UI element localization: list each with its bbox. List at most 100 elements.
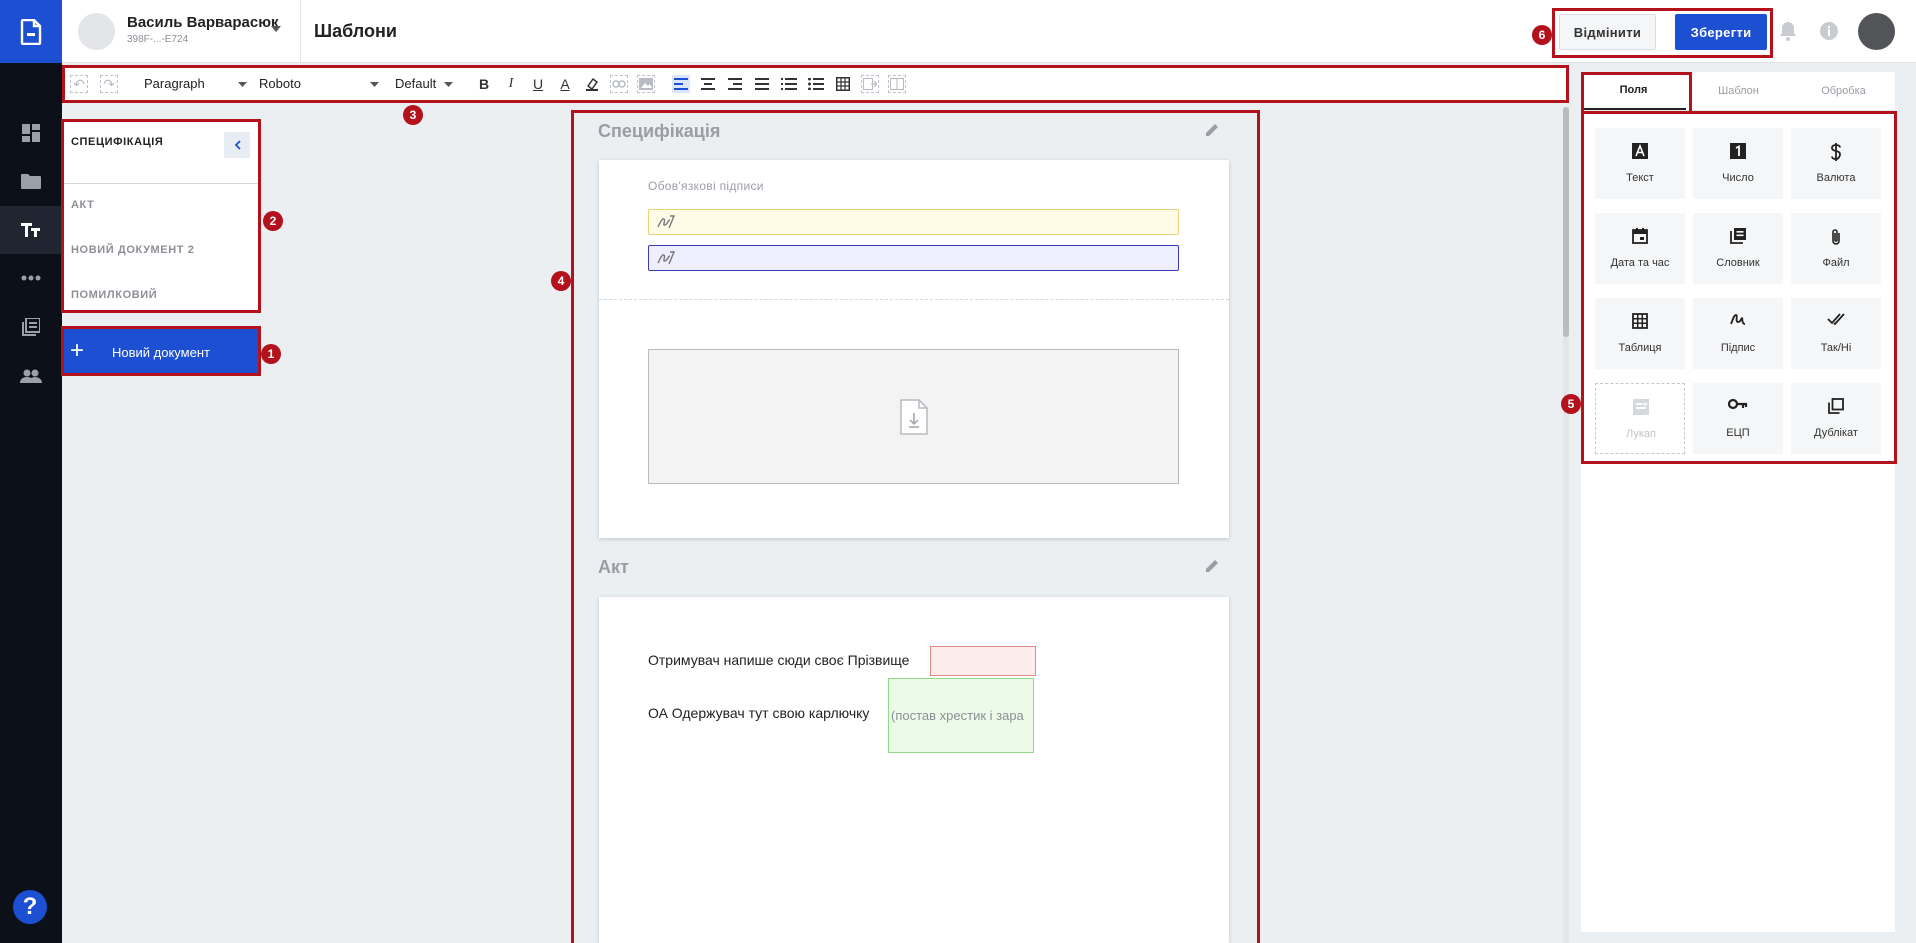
info-icon[interactable] — [1819, 21, 1839, 41]
calendar-icon — [1595, 228, 1685, 244]
font-family-chevron-down-icon[interactable] — [370, 82, 379, 87]
doc-list-divider — [62, 183, 260, 184]
field-tile-text[interactable]: Текст — [1595, 128, 1685, 199]
field-tile-signature[interactable]: Підпис — [1693, 298, 1783, 369]
tab-divider — [1581, 110, 1895, 111]
lookup-icon — [1596, 399, 1686, 415]
align-justify-icon[interactable] — [753, 75, 771, 93]
annotation-badge: 4 — [551, 271, 571, 291]
field-tile-label: Підпис — [1720, 342, 1756, 354]
field-tile-label: Дублікат — [1814, 427, 1858, 439]
library-icon[interactable] — [0, 303, 62, 351]
bullet-list-icon[interactable] — [807, 75, 825, 93]
document-page-specification[interactable]: Обов'язкові підписи — [599, 160, 1229, 538]
field-tile-yes-no[interactable]: Так/Ні — [1791, 298, 1881, 369]
edit-section-pencil-icon[interactable] — [1206, 123, 1219, 136]
field-tile-datetime[interactable]: Дата та час — [1595, 213, 1685, 284]
signature-icon — [657, 215, 675, 229]
doc-list-item[interactable]: АКТ — [71, 199, 94, 211]
field-tile-currency[interactable]: Валюта — [1791, 128, 1881, 199]
paperclip-icon — [1791, 228, 1881, 246]
redo-icon[interactable]: ↷ — [100, 75, 118, 93]
document-text-line[interactable]: ОА Одержувач тут свою карлючку — [648, 705, 869, 721]
document-page-act[interactable]: Отримувач напише сюди своє Прізвище ОА О… — [599, 597, 1229, 943]
annotation-badge: 3 — [403, 105, 423, 125]
bold-icon[interactable]: B — [475, 75, 493, 93]
italic-icon[interactable]: I — [502, 75, 520, 93]
account-avatar[interactable] — [1858, 13, 1895, 50]
image-icon[interactable] — [637, 75, 655, 93]
font-size-select[interactable]: Default — [395, 76, 436, 91]
user-avatar[interactable] — [78, 13, 115, 50]
text-color-icon[interactable]: A — [556, 75, 574, 93]
page-title: Шаблони — [314, 21, 397, 41]
collapse-panel-chevron-left-icon[interactable] — [224, 132, 250, 158]
user-name[interactable]: Василь Варварасюк — [127, 14, 279, 31]
signature-field-yellow[interactable] — [648, 209, 1179, 235]
file-download-icon — [899, 398, 928, 435]
table-icon — [1595, 313, 1685, 329]
cancel-button[interactable]: Відмінити — [1559, 14, 1656, 50]
section-title-act: Акт — [598, 557, 629, 577]
annotation-badge: 6 — [1532, 25, 1552, 45]
doc-list-item-active[interactable]: СПЕЦИФІКАЦІЯ — [71, 136, 163, 148]
field-tile-number[interactable]: Число — [1693, 128, 1783, 199]
field-tile-label: Лукап — [1626, 428, 1656, 440]
user-id: 398F-...-E724 — [127, 34, 189, 45]
templates-icon[interactable] — [0, 206, 62, 254]
user-menu-chevron-down-icon[interactable] — [271, 26, 281, 32]
tab-fields[interactable]: Поля — [1581, 72, 1686, 110]
canvas-scrollbar-thumb[interactable] — [1563, 107, 1569, 337]
field-tile-file[interactable]: Файл — [1791, 213, 1881, 284]
block-format-chevron-down-icon[interactable] — [238, 82, 247, 87]
field-tile-label: ЕЦП — [1726, 427, 1750, 439]
tab-processing[interactable]: Обробка — [1791, 72, 1896, 110]
block-format-select[interactable]: Paragraph — [144, 76, 205, 91]
signature-icon — [657, 251, 675, 265]
new-document-button[interactable]: + Новий документ — [62, 329, 260, 375]
page-break-divider — [599, 299, 1229, 300]
text-field-surname[interactable] — [930, 646, 1036, 676]
tab-template[interactable]: Шаблон — [1686, 72, 1791, 110]
field-tile-duplicate[interactable]: Дублікат — [1791, 383, 1881, 454]
checkbox-field[interactable]: (постав хрестик і зара — [888, 678, 1034, 753]
annotation-badge: 2 — [263, 211, 283, 231]
font-size-chevron-down-icon[interactable] — [444, 82, 453, 87]
dashboard-icon[interactable] — [0, 109, 62, 157]
field-tile-digital-signature[interactable]: ЕЦП — [1693, 383, 1783, 454]
signature-field-selected[interactable] — [648, 245, 1179, 271]
save-button[interactable]: Зберегти — [1675, 14, 1767, 50]
app-logo-icon[interactable] — [0, 0, 62, 63]
field-tile-table[interactable]: Таблиця — [1595, 298, 1685, 369]
duplicate-icon — [1791, 398, 1881, 414]
folder-icon[interactable] — [0, 157, 62, 205]
text-icon — [1595, 143, 1685, 159]
numbered-list-icon[interactable] — [780, 75, 798, 93]
insert-field-icon[interactable] — [861, 75, 879, 93]
field-tile-label: Так/Ні — [1820, 342, 1852, 354]
section-title-specification: Специфікація — [598, 121, 721, 141]
underline-icon[interactable]: U — [529, 75, 547, 93]
align-left-icon[interactable] — [672, 75, 690, 93]
edit-section-pencil-icon[interactable] — [1206, 559, 1219, 572]
align-center-icon[interactable] — [699, 75, 717, 93]
doc-list-item[interactable]: ПОМИЛКОВИЙ — [71, 289, 157, 301]
field-tile-label: Текст — [1626, 172, 1654, 184]
highlight-icon[interactable] — [583, 75, 601, 93]
document-text-line[interactable]: Отримувач напише сюди своє Прізвище — [648, 652, 909, 668]
doc-list-item[interactable]: НОВИЙ ДОКУМЕНТ 2 — [71, 244, 194, 256]
align-right-icon[interactable] — [726, 75, 744, 93]
columns-icon[interactable] — [888, 75, 906, 93]
new-document-label: Новий документ — [112, 345, 210, 360]
users-icon[interactable] — [0, 352, 62, 400]
field-tile-label: Дата та час — [1610, 257, 1670, 269]
more-icon[interactable] — [0, 254, 62, 302]
help-icon[interactable]: ? — [13, 890, 47, 924]
file-placeholder[interactable] — [648, 349, 1179, 484]
link-icon[interactable] — [610, 75, 628, 93]
insert-table-icon[interactable] — [834, 75, 852, 93]
font-family-select[interactable]: Roboto — [259, 76, 301, 91]
field-tile-dictionary[interactable]: Словник — [1693, 213, 1783, 284]
bell-icon[interactable] — [1779, 21, 1797, 41]
undo-icon[interactable]: ↶ — [70, 75, 88, 93]
